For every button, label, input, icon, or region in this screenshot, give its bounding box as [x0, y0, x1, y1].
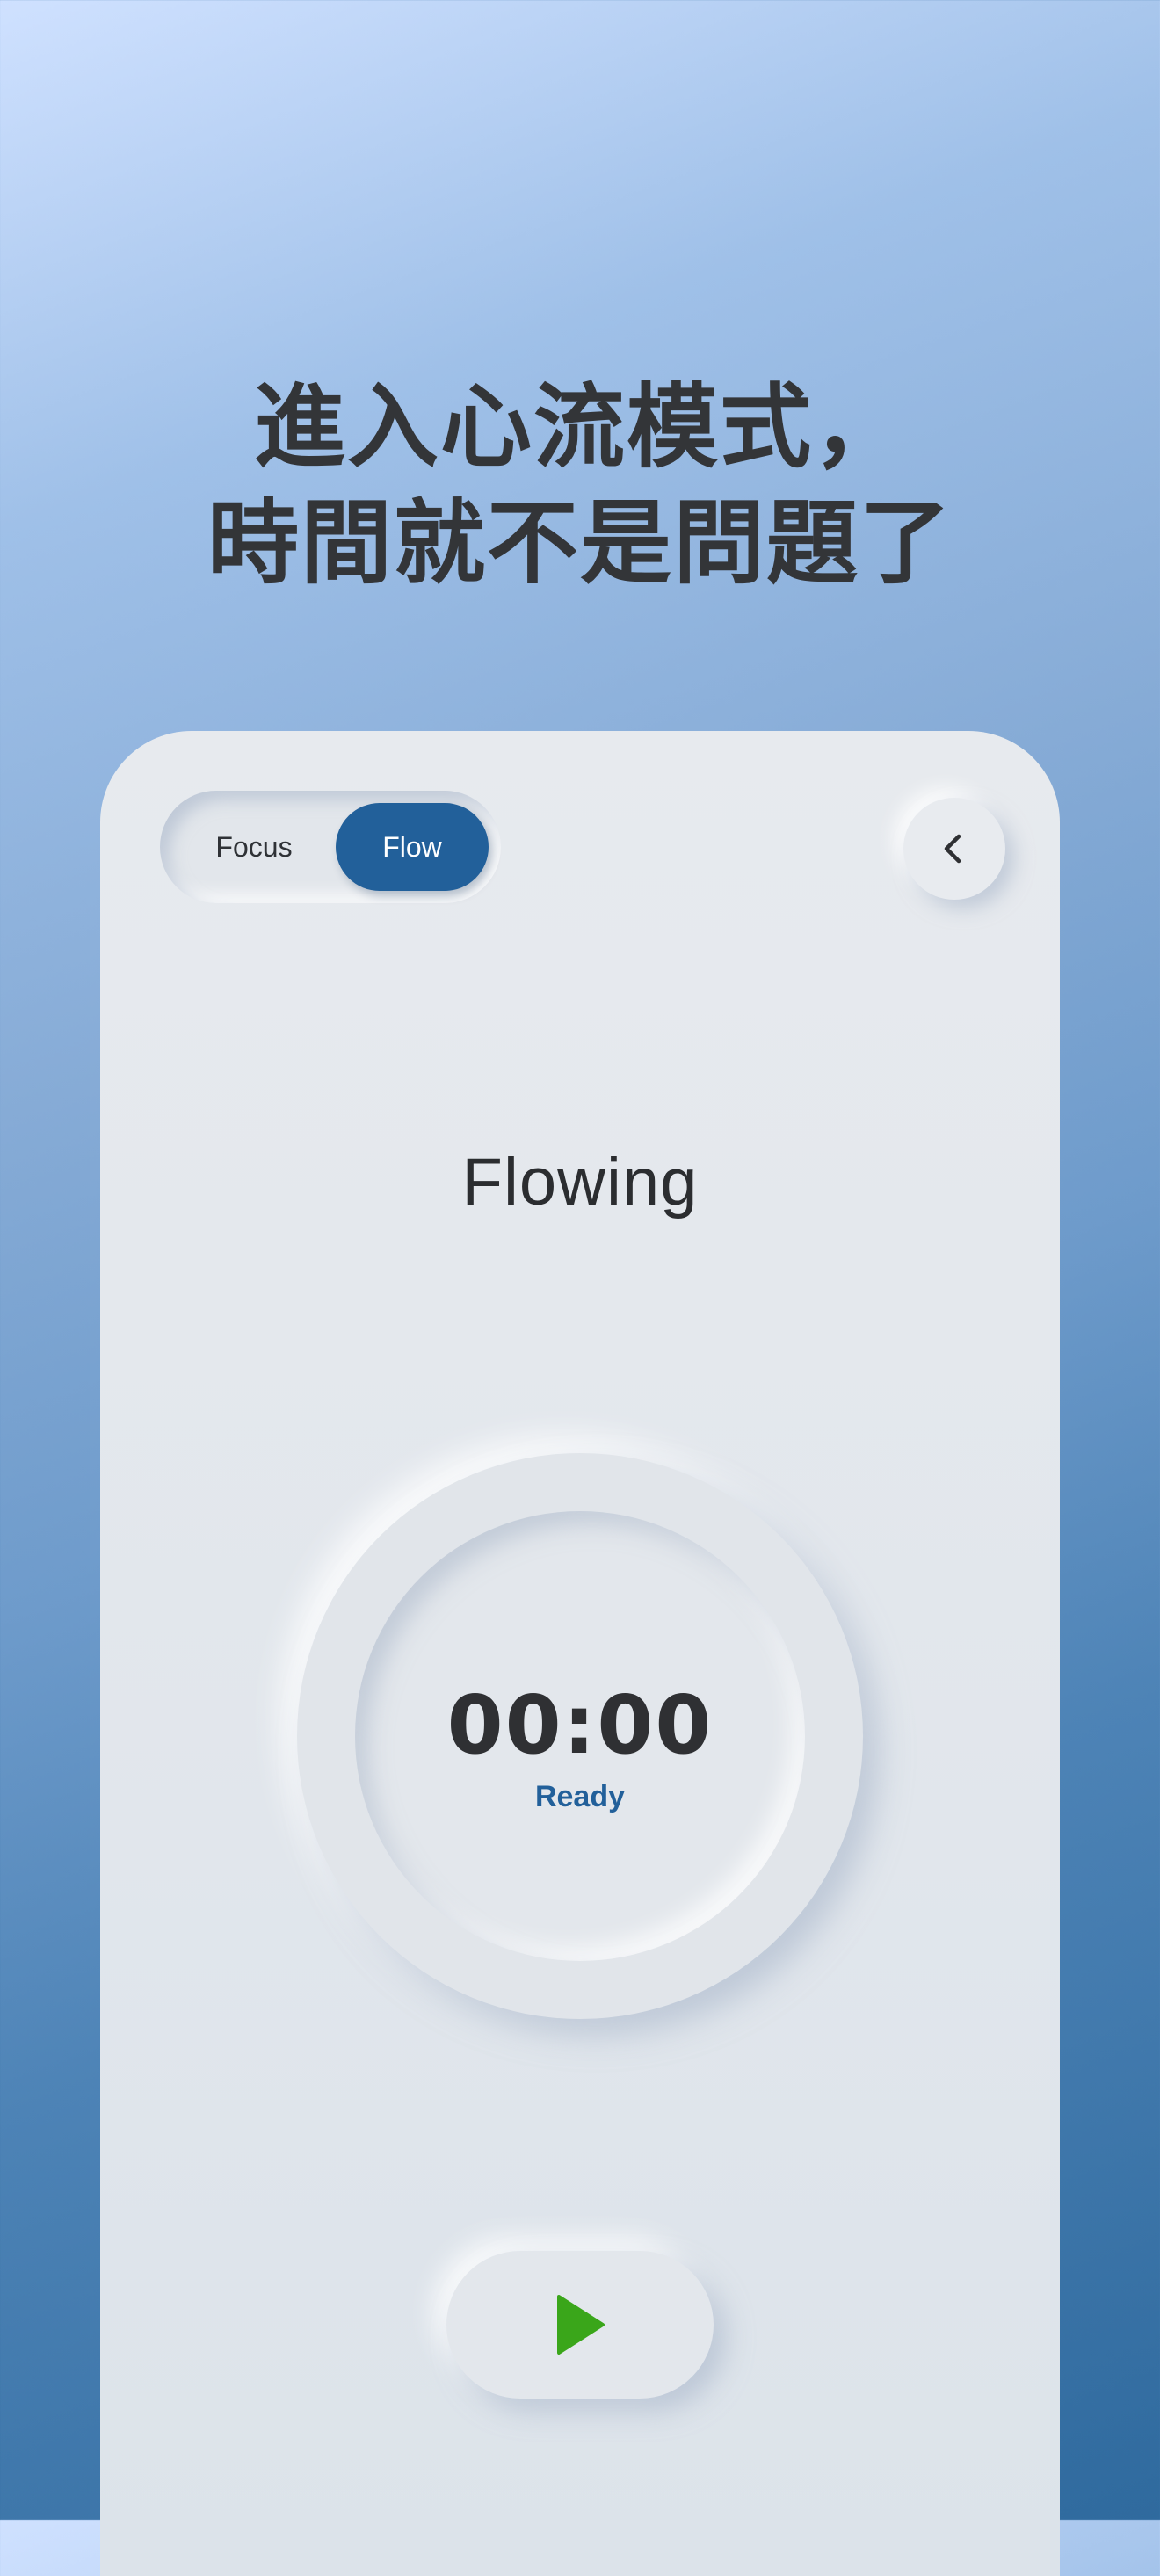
chevron-left-icon [944, 834, 961, 864]
mode-toggle[interactable]: Focus Flow [160, 791, 501, 903]
mode-title: Flowing [461, 1145, 699, 1219]
mode-option-focus[interactable]: Focus [178, 803, 330, 891]
mode-option-flow[interactable]: Flow [336, 803, 489, 891]
back-button[interactable] [903, 798, 1005, 900]
promo-headline-line-1: 進入心流模式， [253, 373, 906, 481]
promo-headline: 進入心流模式， 時間就不是問題了 [0, 369, 1160, 601]
timer-status: Ready [534, 1780, 626, 1813]
timer-value: 00:00 [446, 1678, 714, 1772]
app-screen: Focus Flow Flowing 00:00 Ready [100, 731, 1060, 2576]
timer-face: 00:00 Ready [355, 1511, 805, 1961]
timer-dial: 00:00 Ready [297, 1453, 863, 2019]
play-icon [557, 2295, 605, 2355]
play-button[interactable] [446, 2251, 714, 2399]
promo-headline-line-2: 時間就不是問題了 [207, 489, 953, 597]
